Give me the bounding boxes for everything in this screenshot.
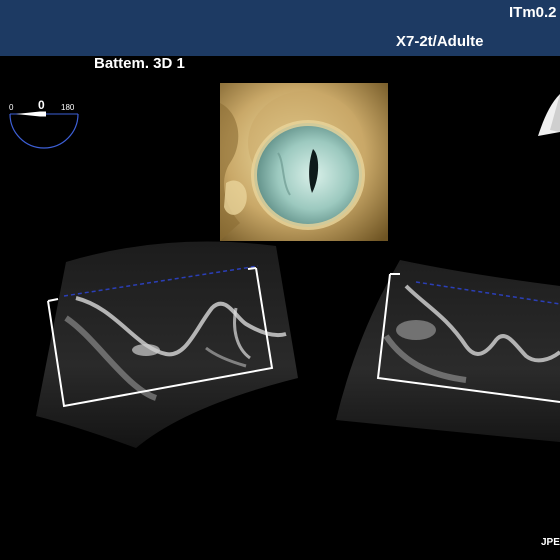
orientation-marker-icon [536, 94, 560, 136]
left-2d-view[interactable] [36, 238, 300, 452]
angle-min-label: 0 [9, 103, 14, 112]
angle-value-label: 0 [38, 98, 45, 112]
angle-max-label: 180 [61, 103, 75, 112]
right-2d-view[interactable] [336, 256, 560, 442]
volume-render[interactable] [220, 83, 388, 241]
mode-title: Battem. 3D 1 [94, 55, 185, 72]
footer-tag: JPE [541, 537, 560, 548]
probe-label: X7-2t/Adulte [396, 33, 484, 50]
tis-label: ITm0.2 [509, 4, 557, 21]
